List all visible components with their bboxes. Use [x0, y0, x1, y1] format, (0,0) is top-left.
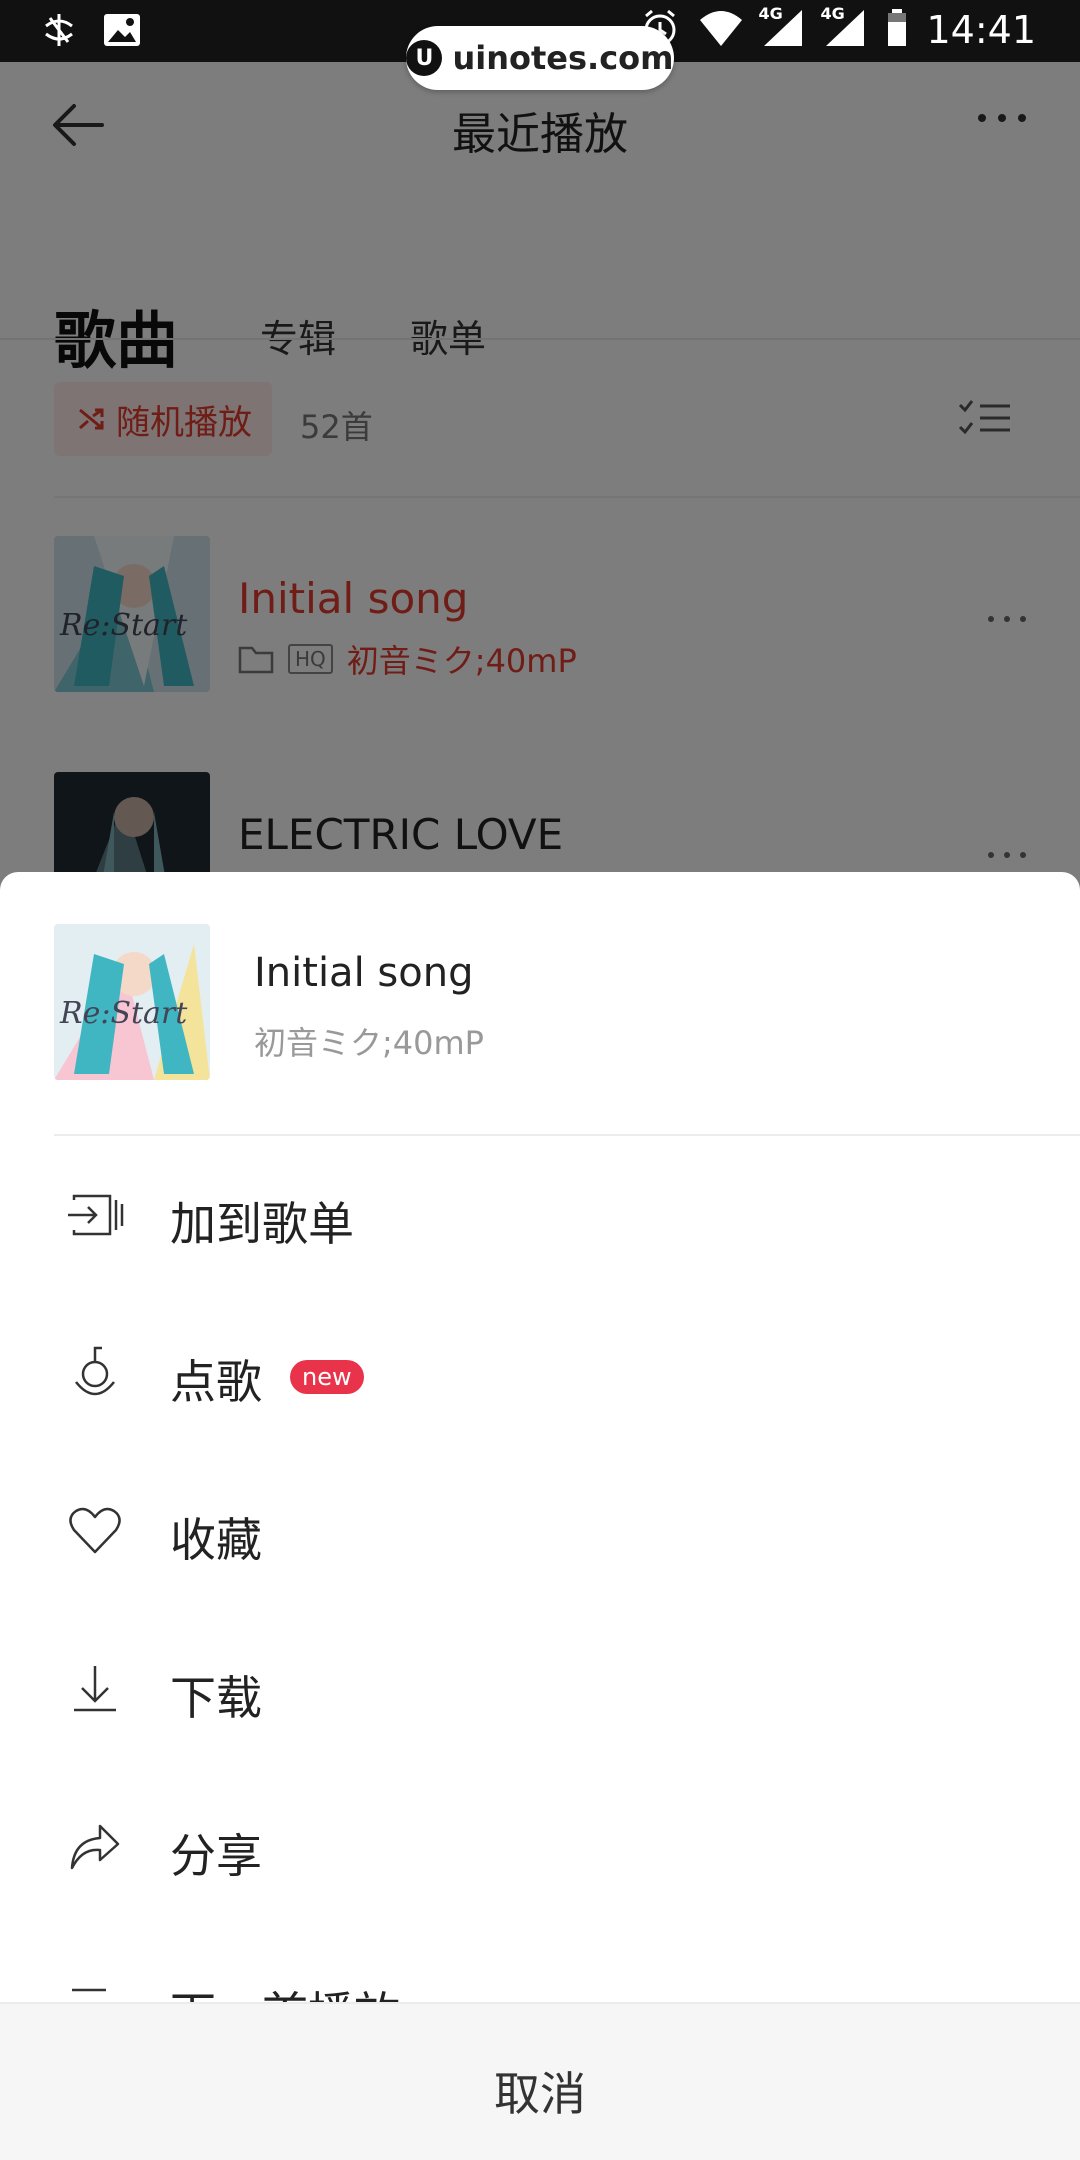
vibrate-icon [42, 10, 76, 54]
cancel-label: 取消 [494, 2067, 586, 2121]
song-action-sheet: Re:Start Initial song 初音ミク;40mP 加到歌单 点歌 … [0, 872, 1080, 2160]
network-label-1: 4G [758, 4, 783, 23]
watermark-logo: U [406, 40, 443, 76]
wifi-icon [698, 8, 744, 52]
add-to-playlist-icon [68, 1194, 124, 1236]
menu-label: 收藏 [170, 1513, 262, 1567]
sheet-cover-text: Re:Start [60, 996, 188, 1031]
battery-icon [886, 8, 908, 52]
menu-favorite[interactable]: 收藏 [0, 1452, 1080, 1610]
sheet-album-cover: Re:Start [54, 924, 210, 1080]
request-song-icon [75, 1346, 115, 1396]
clock: 14:41 [926, 8, 1036, 52]
image-icon [102, 10, 142, 54]
new-badge: new [290, 1360, 364, 1394]
menu-label: 点歌 [170, 1355, 262, 1409]
menu-add-to-playlist[interactable]: 加到歌单 [0, 1136, 1080, 1294]
share-icon [70, 1824, 120, 1870]
cancel-button[interactable]: 取消 [0, 2002, 1080, 2160]
menu-label: 下载 [170, 1671, 262, 1725]
menu-label: 加到歌单 [170, 1197, 354, 1251]
menu-share[interactable]: 分享 [0, 1768, 1080, 1926]
network-label-2: 4G [820, 4, 845, 23]
menu-label: 分享 [170, 1829, 262, 1883]
watermark: U uinotes.com [406, 26, 674, 90]
signal-icon-1: 4G [758, 4, 806, 52]
heart-icon [69, 1507, 121, 1554]
download-icon [74, 1666, 116, 1712]
signal-icon-2: 4G [820, 4, 868, 52]
sheet-song-title: Initial song [254, 950, 474, 996]
watermark-text: uinotes.com [452, 39, 674, 77]
menu-download[interactable]: 下载 [0, 1610, 1080, 1768]
menu-request-song[interactable]: 点歌 new [0, 1294, 1080, 1452]
sheet-song-artist: 初音ミク;40mP [254, 1024, 484, 1062]
